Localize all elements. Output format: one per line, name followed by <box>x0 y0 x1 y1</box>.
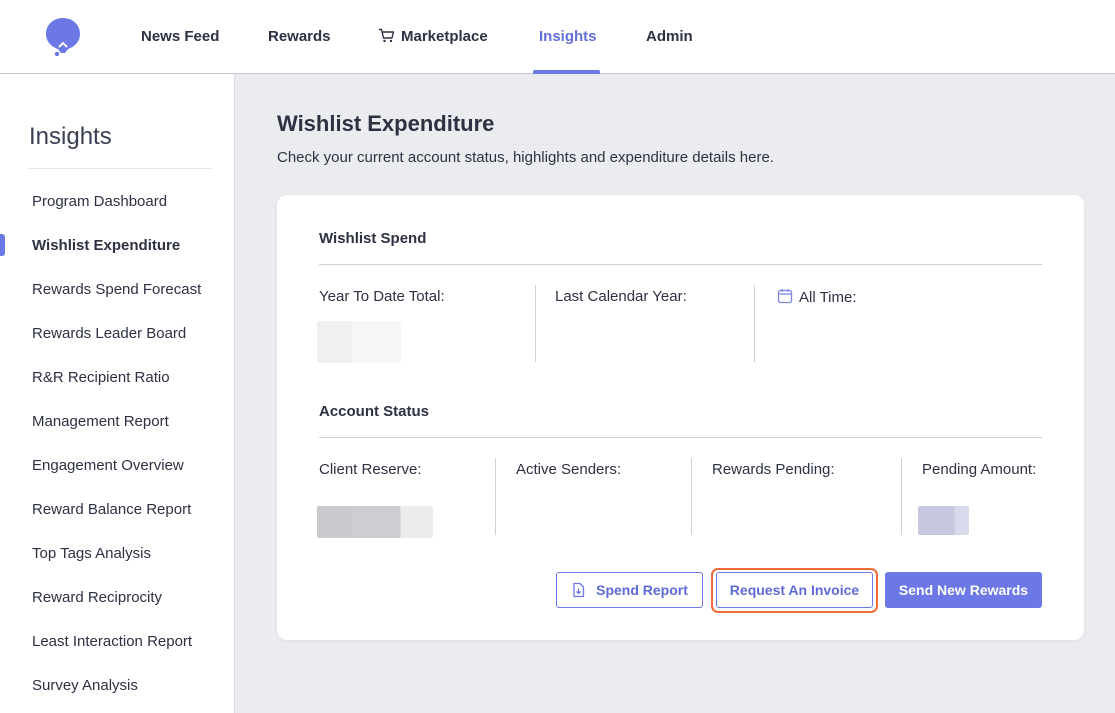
active-item-marker <box>0 234 5 256</box>
stat-divider <box>901 458 902 535</box>
top-navigation-bar: News Feed Rewards Marketplace Insights A… <box>0 0 1115 74</box>
sidebar-item-reward-balance-report[interactable]: Reward Balance Report <box>32 501 191 518</box>
year-to-date-label: Year To Date Total: <box>319 288 445 305</box>
wishlist-spend-title: Wishlist Spend <box>319 230 427 247</box>
sidebar: Insights Program Dashboard Wishlist Expe… <box>0 74 235 713</box>
sidebar-item-rr-recipient-ratio[interactable]: R&R Recipient Ratio <box>32 369 170 386</box>
sidebar-item-wishlist-expenditure[interactable]: Wishlist Expenditure <box>32 237 180 254</box>
section-divider <box>319 437 1042 438</box>
last-calendar-year-label: Last Calendar Year: <box>555 288 687 305</box>
stat-divider <box>754 285 755 362</box>
nav-news-feed[interactable]: News Feed <box>141 28 219 45</box>
stat-divider <box>535 285 536 362</box>
spend-report-button[interactable]: Spend Report <box>556 572 703 608</box>
send-new-rewards-button[interactable]: Send New Rewards <box>885 572 1042 608</box>
sidebar-title: Insights <box>29 123 112 150</box>
nav-insights[interactable]: Insights <box>539 28 597 45</box>
logo-icon[interactable] <box>44 16 82 56</box>
sidebar-item-reward-reciprocity[interactable]: Reward Reciprocity <box>32 589 162 606</box>
sidebar-item-rewards-leader-board[interactable]: Rewards Leader Board <box>32 325 186 342</box>
download-file-icon <box>573 582 585 598</box>
active-senders-label: Active Senders: <box>516 461 622 478</box>
sidebar-item-survey-analysis[interactable]: Survey Analysis <box>32 677 138 694</box>
sidebar-item-top-tags-analysis[interactable]: Top Tags Analysis <box>32 545 151 562</box>
section-divider <box>319 264 1042 265</box>
nav-marketplace-label: Marketplace <box>401 28 488 45</box>
page-subtitle: Check your current account status, highl… <box>277 149 774 166</box>
active-tab-indicator <box>533 70 600 74</box>
nav-marketplace[interactable]: Marketplace <box>378 28 488 45</box>
stat-divider <box>495 458 496 535</box>
all-time-label: All Time: <box>799 289 857 306</box>
sidebar-item-management-report[interactable]: Management Report <box>32 413 169 430</box>
nav-admin[interactable]: Admin <box>646 28 693 45</box>
all-time-stat: All Time: <box>777 288 857 306</box>
account-status-title: Account Status <box>319 403 430 420</box>
sidebar-item-engagement-overview[interactable]: Engagement Overview <box>32 457 184 474</box>
rewards-pending-label: Rewards Pending: <box>712 461 835 478</box>
sidebar-divider <box>29 168 211 169</box>
stat-divider <box>691 458 692 535</box>
client-reserve-label: Client Reserve: <box>319 461 422 478</box>
cart-icon <box>379 28 395 43</box>
sidebar-item-least-interaction-report[interactable]: Least Interaction Report <box>32 633 192 650</box>
calendar-icon <box>777 289 793 304</box>
pending-amount-value-redacted <box>918 506 969 535</box>
page-title: Wishlist Expenditure <box>277 111 495 136</box>
request-invoice-button[interactable]: Request An Invoice <box>716 572 873 608</box>
wishlist-card: Wishlist Spend Year To Date Total: Last … <box>277 195 1084 640</box>
nav-rewards[interactable]: Rewards <box>268 28 331 45</box>
spend-report-label: Spend Report <box>596 582 688 598</box>
client-reserve-value-redacted <box>317 506 433 538</box>
pending-amount-label: Pending Amount: <box>922 461 1037 478</box>
sidebar-item-program-dashboard[interactable]: Program Dashboard <box>32 193 167 210</box>
sidebar-item-rewards-spend-forecast[interactable]: Rewards Spend Forecast <box>32 281 201 298</box>
year-to-date-value-redacted <box>317 321 401 363</box>
